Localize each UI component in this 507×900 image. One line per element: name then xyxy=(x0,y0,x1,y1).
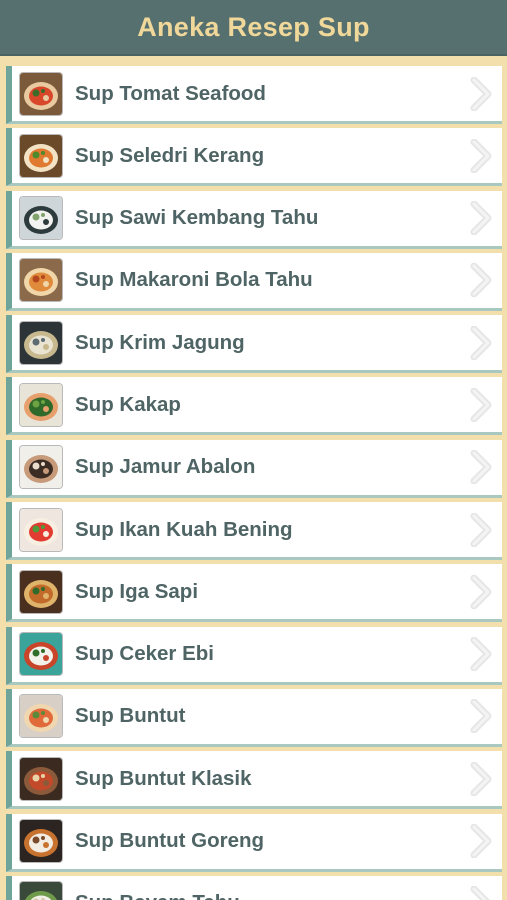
list-item[interactable]: Sup Kakap xyxy=(6,377,502,436)
recipe-title: Sup Sawi Kembang Tahu xyxy=(75,206,319,230)
chevron-right-icon xyxy=(468,699,496,734)
recipe-thumbnail xyxy=(20,446,62,489)
food-photo-icon xyxy=(20,383,62,426)
chevron-right-icon xyxy=(468,886,496,900)
app-header: Aneka Resep Sup xyxy=(0,0,507,56)
chevron-right-icon xyxy=(468,574,496,609)
recipe-title: Sup Kakap xyxy=(75,392,181,416)
list-item[interactable]: Sup Bayam Tahu xyxy=(6,875,502,900)
food-photo-icon xyxy=(20,446,62,489)
list-item[interactable]: Sup Ceker Ebi xyxy=(6,626,502,685)
chevron-right-icon xyxy=(468,387,496,422)
list-item[interactable]: Sup Buntut Goreng xyxy=(6,813,502,872)
food-photo-icon xyxy=(20,882,62,900)
recipe-thumbnail xyxy=(20,695,62,738)
recipe-thumbnail xyxy=(20,820,62,863)
list-item[interactable]: Sup Ikan Kuah Bening xyxy=(6,502,502,561)
food-photo-icon xyxy=(20,72,62,115)
chevron-right-icon xyxy=(468,76,496,111)
food-photo-icon xyxy=(20,820,62,863)
recipe-title: Sup Buntut xyxy=(75,704,186,728)
list-item[interactable]: Sup Makaroni Bola Tahu xyxy=(6,252,502,311)
chevron-right-icon xyxy=(468,512,496,547)
recipe-thumbnail xyxy=(20,570,62,613)
list-item[interactable]: Sup Buntut xyxy=(6,688,502,747)
food-photo-icon xyxy=(20,508,62,551)
recipe-thumbnail xyxy=(20,882,62,900)
page-title: Aneka Resep Sup xyxy=(137,11,370,42)
recipe-thumbnail xyxy=(20,383,62,426)
recipe-title: Sup Iga Sapi xyxy=(75,579,199,603)
chevron-right-icon xyxy=(468,637,496,672)
recipe-thumbnail xyxy=(20,757,62,800)
recipe-thumbnail xyxy=(20,72,62,115)
list-item[interactable]: Sup Iga Sapi xyxy=(6,564,502,623)
food-photo-icon xyxy=(20,134,62,177)
recipe-title: Sup Buntut Goreng xyxy=(75,829,265,853)
list-item[interactable]: Sup Sawi Kembang Tahu xyxy=(6,190,502,249)
recipe-title: Sup Jamur Abalon xyxy=(75,455,256,479)
food-photo-icon xyxy=(20,259,62,302)
recipe-title: Sup Seledri Kerang xyxy=(75,143,265,167)
recipe-title: Sup Makaroni Bola Tahu xyxy=(75,268,313,292)
food-photo-icon xyxy=(20,570,62,613)
food-photo-icon xyxy=(20,321,62,364)
recipe-title: Sup Buntut Klasik xyxy=(75,766,252,790)
chevron-right-icon xyxy=(468,263,496,298)
list-item[interactable]: Sup Seledri Kerang xyxy=(6,128,502,187)
recipe-title: Sup Bayam Tahu xyxy=(75,891,240,900)
recipe-list[interactable]: Sup Tomat Seafood Sup Seledri Kerang Sup S… xyxy=(0,56,507,900)
recipe-thumbnail xyxy=(20,633,62,676)
recipe-thumbnail xyxy=(20,321,62,364)
recipe-title: Sup Ceker Ebi xyxy=(75,642,214,666)
list-item[interactable]: Sup Tomat Seafood xyxy=(6,66,502,124)
chevron-right-icon xyxy=(468,450,496,485)
chevron-right-icon xyxy=(468,201,496,236)
recipe-thumbnail xyxy=(20,134,62,177)
food-photo-icon xyxy=(20,197,62,240)
recipe-title: Sup Ikan Kuah Bening xyxy=(75,517,293,541)
recipe-title: Sup Krim Jagung xyxy=(75,330,245,354)
food-photo-icon xyxy=(20,757,62,800)
recipe-thumbnail xyxy=(20,197,62,240)
list-item[interactable]: Sup Buntut Klasik xyxy=(6,751,502,810)
chevron-right-icon xyxy=(468,325,496,360)
recipe-thumbnail xyxy=(20,259,62,302)
food-photo-icon xyxy=(20,695,62,738)
list-item[interactable]: Sup Krim Jagung xyxy=(6,315,502,374)
recipe-thumbnail xyxy=(20,508,62,551)
chevron-right-icon xyxy=(468,138,496,173)
recipe-title: Sup Tomat Seafood xyxy=(75,81,266,105)
chevron-right-icon xyxy=(468,824,496,859)
list-item[interactable]: Sup Jamur Abalon xyxy=(6,439,502,498)
food-photo-icon xyxy=(20,633,62,676)
chevron-right-icon xyxy=(468,761,496,796)
